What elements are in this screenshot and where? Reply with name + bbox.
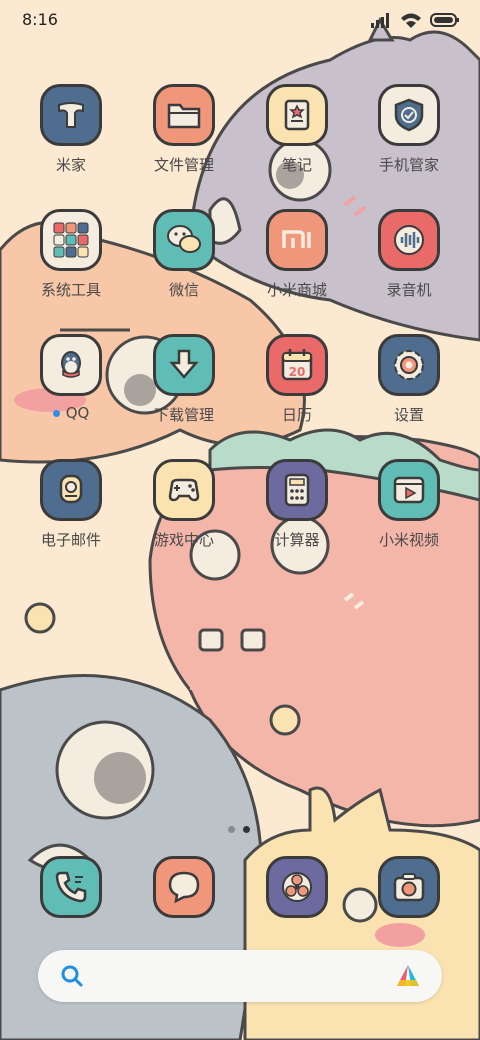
app-label: 米家 [55, 156, 86, 174]
chat-bubble-icon [168, 871, 200, 904]
app-label: 手机管家 [378, 156, 439, 174]
app-label: 小米视频 [378, 531, 439, 549]
wifi-icon [401, 13, 421, 28]
app-calculator[interactable]: 计算器 [247, 459, 347, 550]
flower-icon [282, 872, 312, 902]
app-label: 日历 [281, 406, 312, 424]
dock-phone[interactable] [21, 856, 121, 918]
app-label: 游戏中心 [153, 531, 214, 549]
app-label: 电子邮件 [40, 531, 101, 549]
app-security[interactable]: 手机管家 [359, 84, 459, 175]
app-label: 系统工具 [40, 281, 101, 299]
gear-icon [394, 350, 424, 380]
app-label: 下载管理 [153, 406, 214, 424]
app-notes[interactable]: 笔记 [247, 84, 347, 175]
phone-icon [55, 871, 87, 903]
mijia-icon [58, 102, 84, 128]
app-settings[interactable]: 设置 [359, 334, 459, 425]
calculator-icon [284, 473, 310, 507]
app-label: 计算器 [274, 531, 320, 549]
app-folder-system-tools[interactable]: 系统工具 [21, 209, 121, 300]
app-email[interactable]: 电子邮件 [21, 459, 121, 550]
app-label: 设置 [393, 406, 424, 424]
signal-icon [371, 13, 389, 28]
new-install-dot [52, 410, 60, 417]
app-recorder[interactable]: 录音机 [359, 209, 459, 300]
app-wechat[interactable]: 微信 [134, 209, 234, 300]
app-file-manager[interactable]: 文件管理 [134, 84, 234, 175]
app-mijia[interactable]: 米家 [21, 84, 121, 175]
app-label: 微信 [168, 281, 199, 299]
app-label: 笔记 [281, 156, 312, 174]
wechat-icon [167, 225, 201, 253]
page-indicator[interactable] [228, 826, 250, 833]
assistant-logo-icon[interactable] [394, 962, 422, 990]
app-label: 小米商城 [266, 281, 327, 299]
battery-icon [430, 13, 459, 27]
calendar-icon: 20 [281, 349, 313, 381]
download-icon [169, 349, 199, 379]
app-label: 文件管理 [153, 156, 214, 174]
penguin-icon [61, 351, 81, 378]
calendar-date: 20 [289, 365, 306, 379]
app-qq[interactable]: QQ [21, 334, 121, 422]
app-downloads[interactable]: 下载管理 [134, 334, 234, 425]
search-bar[interactable] [38, 950, 442, 1002]
app-mi-video[interactable]: 小米视频 [359, 459, 459, 550]
sound-wave-icon [394, 225, 424, 255]
gamepad-icon [168, 478, 200, 502]
app-label: QQ [21, 404, 121, 422]
camera-icon [393, 873, 425, 902]
app-folder-icon [53, 222, 89, 258]
app-label: 录音机 [386, 281, 432, 299]
home-screen: 8:16 米家 文件管理 笔记 手机管家 系统工具 微信 小米商城 录音机 QQ… [0, 0, 480, 1040]
folder-icon [167, 103, 201, 129]
app-label-text: QQ [65, 404, 90, 422]
app-calendar[interactable]: 20 日历 [247, 334, 347, 425]
status-icons [370, 12, 460, 28]
notebook-icon [284, 99, 310, 131]
app-mi-store[interactable]: 小米商城 [247, 209, 347, 300]
search-icon[interactable] [60, 964, 84, 988]
mail-icon [59, 474, 83, 504]
video-icon [393, 476, 425, 504]
mi-logo-icon [282, 230, 311, 248]
shield-icon [394, 98, 424, 132]
dock-messages[interactable] [134, 856, 234, 918]
status-time: 8:16 [22, 10, 58, 29]
dock-themes[interactable] [247, 856, 347, 918]
page-dot-active[interactable] [243, 826, 250, 833]
status-bar: 8:16 [0, 0, 480, 42]
page-dot[interactable] [228, 826, 235, 833]
app-game-center[interactable]: 游戏中心 [134, 459, 234, 550]
dock-camera[interactable] [359, 856, 459, 918]
